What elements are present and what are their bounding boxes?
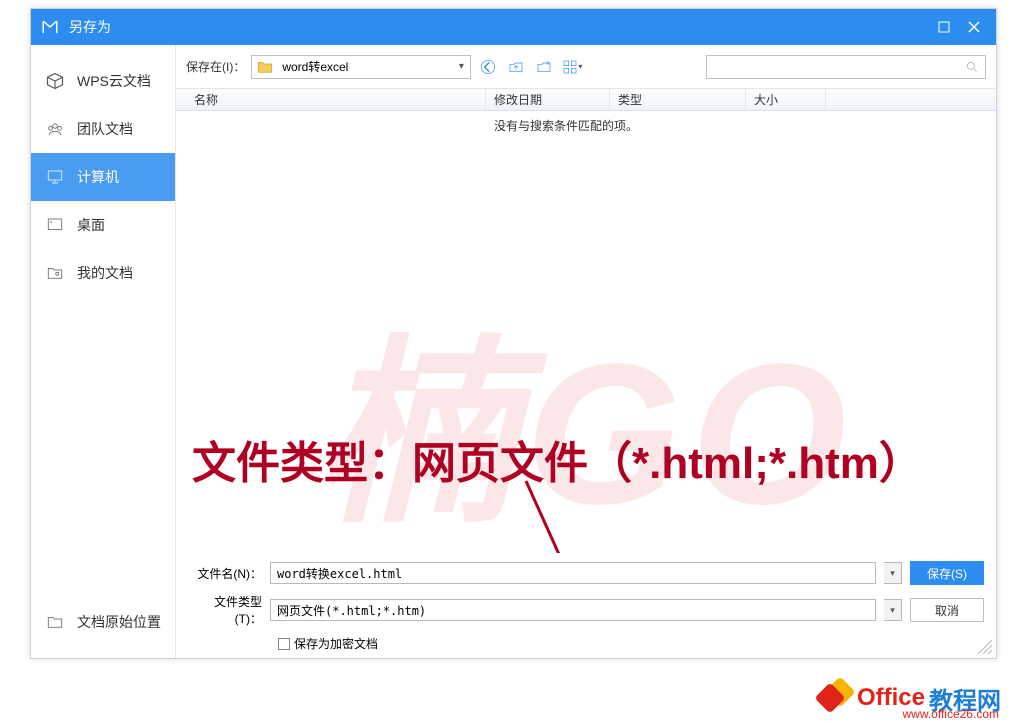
sidebar-item-label: 我的文档 [77,263,133,283]
filetype-dropdown[interactable]: ▾ [884,599,902,621]
site-branding: Office 教程网 www.office26.com [0,673,1019,723]
app-logo-icon [41,18,59,36]
maximize-button[interactable] [932,15,956,39]
sidebar-item-team[interactable]: 团队文档 [31,105,175,153]
col-name[interactable]: 名称 [186,89,486,110]
filetype-label: 文件类型(T)： [188,593,262,627]
save-form: 文件名(N)： ▾ 保存(S) 文件类型(T)： ▾ 取消 保存为加密文档 [176,553,996,658]
sidebar-item-label: 文档原始位置 [77,612,161,632]
close-button[interactable] [962,15,986,39]
filename-input[interactable] [270,562,876,584]
sidebar-item-label: 桌面 [77,215,105,235]
col-size[interactable]: 大小 [746,89,826,110]
location-input[interactable] [278,60,452,74]
sidebar-item-computer[interactable]: 计算机 [31,153,175,201]
monitor-icon [45,167,65,187]
team-icon [45,119,65,139]
cube-icon [45,71,65,91]
watermark-text: 楠GO [315,271,856,553]
file-list: 没有与搜索条件匹配的项。 楠GO 文件类型：网页文件（*.html;*.htm）… [176,111,996,553]
sidebar-item-label: 计算机 [77,167,119,187]
folder-icon [45,612,65,632]
main-panel: 保存在(I)： ▾ ▾ 名称 修改日期 类型 大小 [176,45,996,658]
search-icon [965,60,979,74]
checkbox-icon [278,638,290,650]
view-mode-button[interactable]: ▾ [561,56,583,78]
resize-grip-icon[interactable] [978,640,992,654]
filename-label: 文件名(N)： [188,565,262,582]
filename-dropdown[interactable]: ▾ [884,562,902,584]
folder-icon [256,58,274,76]
window-title: 另存为 [69,17,926,37]
col-date[interactable]: 修改日期 [486,89,610,110]
sidebar-item-label: 团队文档 [77,119,133,139]
save-button[interactable]: 保存(S) [910,561,984,585]
encrypt-checkbox[interactable]: 保存为加密文档 [278,635,984,652]
filetype-input[interactable] [270,599,876,621]
encrypt-label: 保存为加密文档 [294,635,378,652]
location-combo[interactable]: ▾ [251,55,471,79]
sidebar-item-original-location[interactable]: 文档原始位置 [31,598,176,646]
col-type[interactable]: 类型 [610,89,746,110]
site-logo-icon [819,681,853,715]
cancel-button[interactable]: 取消 [910,598,984,622]
chevron-down-icon[interactable]: ▾ [452,61,470,72]
up-folder-button[interactable] [505,56,527,78]
new-folder-button[interactable] [533,56,555,78]
sidebar-item-label: WPS云文档 [77,71,151,91]
desktop-icon [45,215,65,235]
title-bar: 另存为 [31,9,996,45]
empty-message: 没有与搜索条件匹配的项。 [494,117,638,134]
folder-user-icon [45,263,65,283]
site-url: www.office26.com [903,707,1000,721]
column-headers[interactable]: 名称 修改日期 类型 大小 [176,89,996,111]
search-box[interactable] [706,55,986,79]
sidebar: WPS云文档 团队文档 计算机 桌面 我的文档 文档原始位置 [31,45,176,658]
dialog-window: 另存为 WPS云文档 团队文档 计算机 桌面 我的文档 [30,8,997,659]
annotation-text: 文件类型：网页文件（*.html;*.htm） [192,427,923,491]
location-label: 保存在(I)： [186,58,245,75]
back-button[interactable] [477,56,499,78]
sidebar-item-mydocs[interactable]: 我的文档 [31,249,175,297]
sidebar-item-wps-cloud[interactable]: WPS云文档 [31,57,175,105]
toolbar: 保存在(I)： ▾ ▾ [176,45,996,89]
arrow-icon [516,471,596,553]
search-input[interactable] [713,60,965,74]
sidebar-item-desktop[interactable]: 桌面 [31,201,175,249]
